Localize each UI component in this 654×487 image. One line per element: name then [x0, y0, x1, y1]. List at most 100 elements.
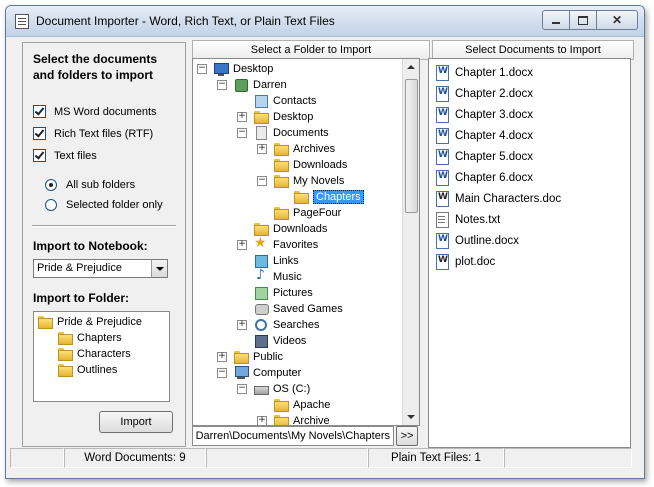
close-button[interactable]: ✕ — [596, 10, 638, 30]
checkbox-box[interactable] — [33, 149, 46, 162]
radio-dot[interactable] — [45, 199, 57, 211]
tree-node-computer[interactable]: − Computer — [217, 365, 301, 381]
folder-icon — [233, 350, 249, 364]
selected-folder-only-radio[interactable]: Selected folder only — [45, 199, 163, 211]
import-button[interactable]: Import — [99, 411, 173, 433]
tree-node-archives[interactable]: + Archives — [257, 141, 335, 157]
folder-pane-header: Select a Folder to Import — [192, 40, 430, 60]
drive-icon — [253, 382, 269, 396]
folder-tree-item-label: Outlines — [77, 364, 118, 376]
collapse-icon[interactable]: − — [217, 368, 227, 378]
expand-icon[interactable]: + — [257, 416, 267, 425]
tree-node-label: Searches — [273, 319, 320, 331]
import-folder-tree[interactable]: Pride & Prejudice Chapters Characters Ou… — [33, 311, 170, 402]
notebook-value: Pride & Prejudice — [37, 262, 122, 274]
folder-icon — [253, 222, 269, 236]
file-name: Outline.docx — [455, 235, 519, 247]
file-item[interactable]: Chapter 1.docx — [435, 65, 533, 81]
path-more-button[interactable]: >> — [396, 426, 418, 446]
expand-icon[interactable]: + — [217, 352, 227, 362]
close-icon: ✕ — [611, 13, 623, 27]
folder-icon — [273, 158, 289, 172]
collapse-icon[interactable]: − — [197, 64, 207, 74]
tree-node-searches[interactable]: + Searches — [237, 317, 319, 333]
tree-node-apache[interactable]: Apache — [257, 397, 330, 413]
expand-icon[interactable]: + — [237, 320, 247, 330]
checkbox-box[interactable] — [33, 105, 46, 118]
collapse-icon[interactable]: − — [217, 80, 227, 90]
scroll-up-icon[interactable] — [407, 65, 415, 69]
tree-node-label: Desktop — [233, 63, 274, 75]
tree-node-favorites[interactable]: + Favorites — [237, 235, 319, 253]
file-item[interactable]: Outline.docx — [435, 233, 519, 249]
tree-node-pagefour[interactable]: PageFour — [257, 205, 341, 221]
tree-node-desktop-folder[interactable]: + Desktop — [237, 109, 313, 125]
tree-node-label: Favorites — [273, 239, 319, 251]
tree-node-saved-games[interactable]: Saved Games — [237, 301, 343, 317]
documents-list[interactable]: Chapter 1.docx Chapter 2.docx Chapter 3.… — [428, 58, 631, 448]
checkbox-label: MS Word documents — [54, 105, 157, 118]
folder-tree-scrollbar[interactable] — [402, 59, 419, 425]
notebook-icon — [37, 315, 53, 329]
minimize-button[interactable] — [542, 10, 570, 30]
file-item[interactable]: Notes.txt — [435, 212, 500, 228]
window-title: Document Importer - Word, Rich Text, or … — [36, 14, 335, 28]
checkbox-box[interactable] — [33, 127, 46, 140]
collapse-icon[interactable]: − — [237, 128, 247, 138]
tree-node-pictures[interactable]: Pictures — [237, 285, 313, 301]
tree-node-os-c[interactable]: − OS (C:) — [237, 381, 310, 397]
folder-tree-item[interactable]: Outlines — [57, 363, 117, 377]
tree-node-desktop[interactable]: − Desktop — [197, 61, 273, 77]
tree-node-music[interactable]: Music — [237, 267, 302, 285]
collapse-icon[interactable]: − — [257, 176, 267, 186]
tree-node-documents[interactable]: − Documents — [237, 125, 329, 141]
tree-node-my-novels[interactable]: − My Novels — [257, 173, 344, 189]
docx-icon — [435, 65, 449, 81]
file-item[interactable]: Chapter 6.docx — [435, 170, 533, 186]
tree-node-darren[interactable]: − Darren — [217, 77, 287, 93]
notebook-label: Import to Notebook: — [33, 239, 148, 253]
separator — [32, 225, 176, 227]
folder-path-field[interactable]: Darren\Documents\My Novels\Chapters — [192, 426, 394, 446]
expand-icon[interactable]: + — [237, 240, 247, 250]
tree-node-label: OS (C:) — [273, 383, 311, 395]
tree-node-chapters[interactable]: Chapters — [277, 189, 364, 205]
tree-node-downloads-2[interactable]: Downloads — [237, 221, 327, 237]
rtf-checkbox[interactable]: Rich Text files (RTF) — [33, 127, 153, 140]
file-item[interactable]: Chapter 4.docx — [435, 128, 533, 144]
file-item[interactable]: plot.doc — [435, 254, 495, 270]
folder-tree-root[interactable]: Pride & Prejudice — [37, 315, 142, 329]
tree-node-archive[interactable]: + Archive — [257, 413, 330, 425]
title-bar[interactable]: Document Importer - Word, Rich Text, or … — [6, 6, 644, 37]
all-subfolders-radio[interactable]: All sub folders — [45, 179, 135, 191]
file-item[interactable]: Main Characters.doc — [435, 191, 561, 207]
tree-node-videos[interactable]: Videos — [237, 333, 306, 349]
maximize-button[interactable] — [569, 10, 597, 30]
folder-tree[interactable]: − Desktop − Darren Contacts + Desktop − … — [192, 58, 420, 426]
folder-tree-item[interactable]: Chapters — [57, 331, 122, 345]
tree-node-contacts[interactable]: Contacts — [237, 93, 316, 109]
file-item[interactable]: Chapter 2.docx — [435, 86, 533, 102]
expand-icon[interactable]: + — [237, 112, 247, 122]
file-item[interactable]: Chapter 3.docx — [435, 107, 533, 123]
file-item[interactable]: Chapter 5.docx — [435, 149, 533, 165]
chevron-down-icon[interactable] — [151, 260, 167, 277]
tree-node-public[interactable]: + Public — [217, 349, 283, 365]
collapse-icon[interactable]: − — [237, 384, 247, 394]
scroll-thumb[interactable] — [405, 79, 418, 213]
scroll-down-icon[interactable] — [407, 415, 415, 419]
user-folder-icon — [233, 78, 249, 92]
favorites-icon — [253, 235, 269, 252]
tree-node-label: Pictures — [273, 287, 313, 299]
notebook-dropdown[interactable]: Pride & Prejudice — [33, 259, 168, 278]
tree-node-downloads[interactable]: Downloads — [257, 157, 347, 173]
doc-icon — [435, 254, 449, 270]
radio-dot[interactable] — [45, 179, 57, 191]
expand-icon[interactable]: + — [257, 144, 267, 154]
text-files-checkbox[interactable]: Text files — [33, 149, 97, 162]
folder-tree-item[interactable]: Characters — [57, 347, 131, 361]
tree-node-links[interactable]: Links — [237, 253, 299, 269]
tree-node-label: Downloads — [293, 159, 348, 171]
ms-word-checkbox[interactable]: MS Word documents — [33, 105, 157, 118]
computer-icon — [233, 366, 249, 380]
